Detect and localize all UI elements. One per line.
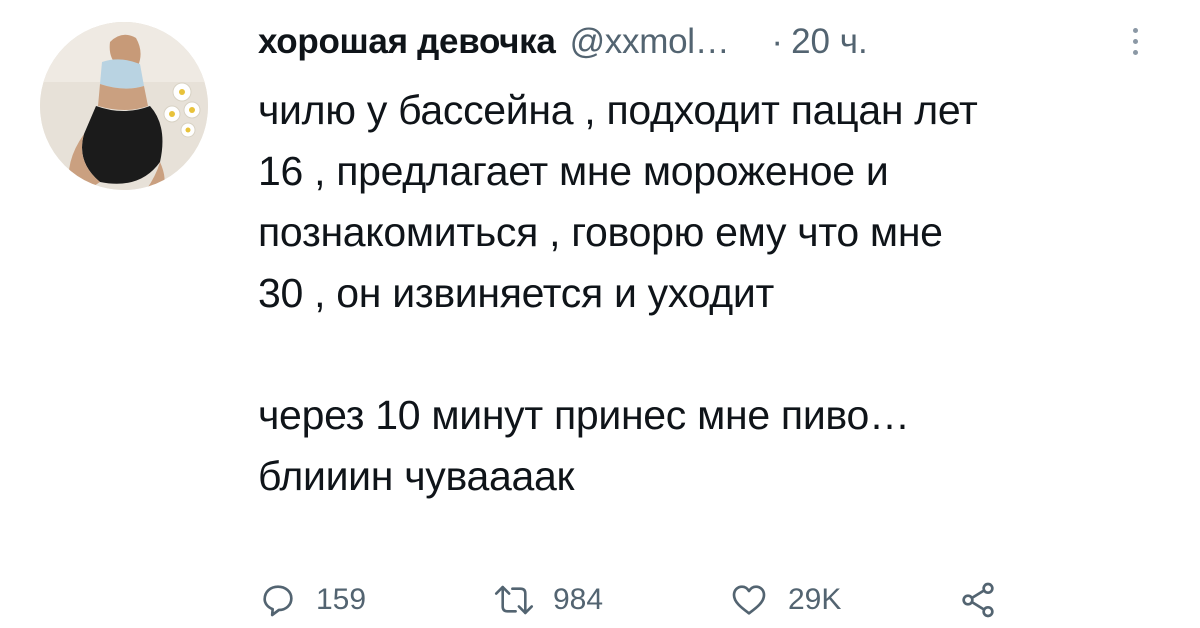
- retweet-count: 984: [553, 583, 604, 616]
- like-button[interactable]: 29K: [728, 580, 958, 620]
- reply-count: 159: [316, 583, 367, 616]
- reply-button[interactable]: 159: [258, 580, 493, 620]
- display-name[interactable]: хорошая девочка: [258, 22, 556, 62]
- reply-icon: [258, 580, 298, 620]
- user-handle[interactable]: @xxmol…: [570, 22, 730, 62]
- more-icon[interactable]: [1120, 16, 1150, 66]
- separator-dot: ·: [771, 22, 784, 61]
- share-icon: [958, 580, 998, 620]
- retweet-icon: [493, 580, 535, 620]
- tweet: хорошая девочка @xxmol… · 20 ч. чилю у б…: [0, 0, 1200, 628]
- tweet-header: хорошая девочка @xxmol… · 20 ч.: [258, 12, 868, 72]
- action-bar: 159 984 29K: [258, 572, 998, 628]
- heart-icon: [728, 580, 770, 620]
- like-count: 29K: [788, 583, 842, 616]
- timestamp[interactable]: 20 ч.: [791, 22, 868, 62]
- retweet-button[interactable]: 984: [493, 580, 728, 620]
- share-button[interactable]: [958, 580, 998, 620]
- avatar[interactable]: [40, 22, 208, 190]
- tweet-text: чилю у бассейна , подходит пацан лет 16 …: [258, 87, 978, 499]
